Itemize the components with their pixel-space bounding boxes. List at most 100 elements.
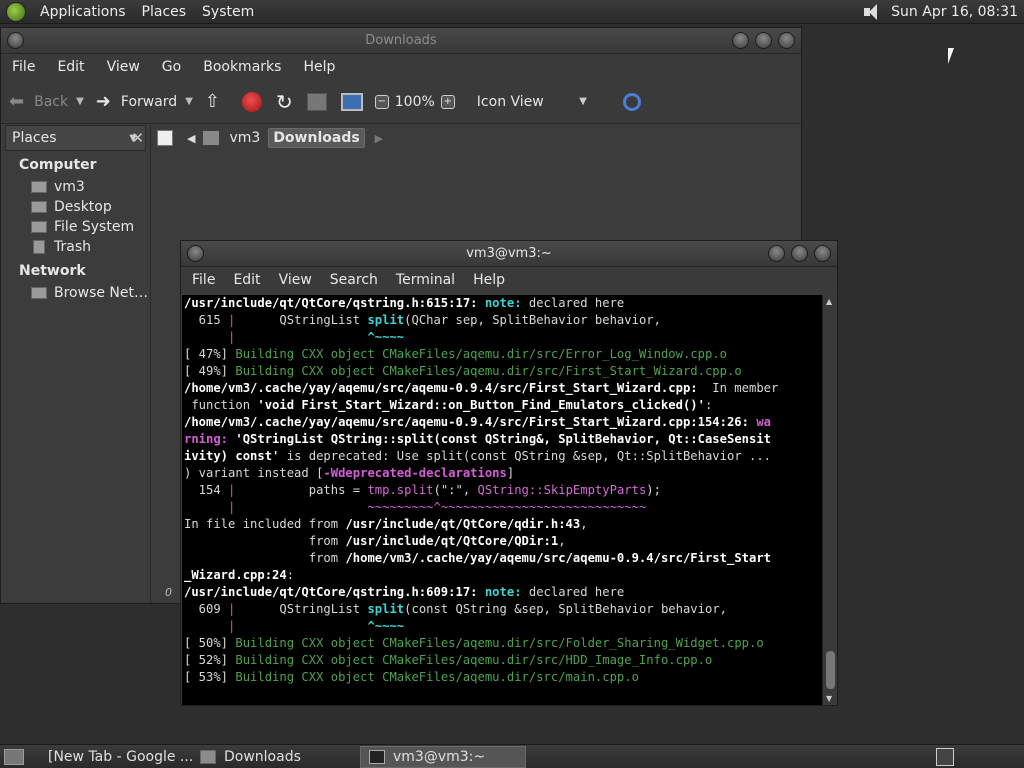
terminal-output[interactable]: /usr/include/qt/QtCore/qstring.h:615:17:…	[182, 295, 823, 705]
terminal-titlebar[interactable]: vm3@vm3:~	[181, 241, 837, 267]
sidebar-item-vm3[interactable]: vm3	[1, 177, 150, 197]
bottom-panel: [New Tab - Google ... Downloads vm3@vm3:…	[0, 744, 1024, 768]
window-title: vm3@vm3:~	[466, 246, 552, 261]
back-button[interactable]: ⬅ Back ▼	[9, 91, 84, 112]
taskbar-item-label: vm3@vm3:~	[393, 748, 486, 765]
minimize-button[interactable]	[768, 245, 785, 262]
workspace-switcher-icon[interactable]	[936, 747, 954, 766]
terminal-line: [ 52%] Building CXX object CMakeFiles/aq…	[184, 653, 713, 667]
forward-label: Forward	[120, 93, 178, 110]
close-button[interactable]	[814, 245, 831, 262]
sidebar-selector[interactable]: Places ▼	[5, 125, 146, 151]
sidebar-item-label: Browse Net…	[54, 285, 149, 301]
sidebar-item-browse-network[interactable]: Browse Net…	[1, 283, 150, 303]
breadcrumb-downloads[interactable]: Downloads	[268, 128, 365, 148]
places-menu[interactable]: Places	[134, 4, 195, 20]
terminal-scrollbar[interactable]: ▲ ▼	[822, 295, 837, 705]
taskbar-item-downloads[interactable]: Downloads	[192, 746, 360, 768]
desktop-folder-icon	[31, 201, 47, 213]
top-panel: Applications Places System Sun Apr 16, 0…	[0, 0, 1024, 24]
trash-icon	[33, 240, 45, 254]
sidebar-item-trash[interactable]: Trash	[1, 237, 150, 257]
clock[interactable]: Sun Apr 16, 08:31	[891, 4, 1024, 20]
network-icon	[31, 287, 47, 299]
sidebar-item-label: vm3	[54, 179, 85, 195]
system-menu[interactable]: System	[194, 4, 262, 20]
close-icon[interactable]: ✕	[131, 129, 144, 147]
up-button[interactable]: ⇧	[205, 91, 230, 112]
volume-icon[interactable]	[861, 2, 883, 22]
view-mode-select[interactable]: Icon View ▼	[477, 94, 587, 110]
zoom-level[interactable]: 100%	[395, 94, 435, 110]
sidebar-item-label: Desktop	[54, 199, 112, 215]
home-folder-icon	[31, 181, 47, 193]
home-folder-icon	[203, 131, 220, 145]
zoom-out-icon[interactable]: −	[374, 94, 389, 109]
back-arrow-icon: ⬅	[9, 91, 25, 112]
home-folder-icon[interactable]	[306, 92, 327, 111]
terminal-window: vm3@vm3:~ File Edit View Search Terminal…	[180, 240, 838, 706]
terminal-line: ) variant instead [-Wdeprecated-declarat…	[184, 466, 515, 480]
terminal-line: /usr/include/qt/QtCore/qstring.h:609:17:…	[184, 585, 625, 599]
terminal-line: [ 49%] Building CXX object CMakeFiles/aq…	[184, 364, 742, 378]
terminal-line: | ^~~~~	[228, 330, 405, 344]
zoom-in-icon[interactable]: +	[440, 94, 455, 109]
maximize-button[interactable]	[755, 32, 772, 49]
menu-help[interactable]: Help	[464, 272, 514, 288]
sidebar-item-file-system[interactable]: File System	[1, 217, 150, 237]
terminal-line: ivity) const' is deprecated: Use split(c…	[184, 449, 772, 463]
terminal-menubar: File Edit View Search Terminal Help	[181, 267, 837, 293]
close-button[interactable]	[778, 32, 795, 49]
minimize-button[interactable]	[732, 32, 749, 49]
breadcrumb-vm3[interactable]: vm3	[225, 129, 264, 147]
forward-button[interactable]: ➜ Forward ▼	[96, 91, 193, 112]
scroll-down-icon[interactable]: ▼	[826, 694, 832, 703]
scrollbar-thumb[interactable]	[826, 651, 835, 689]
menu-edit[interactable]: Edit	[46, 59, 95, 75]
menu-file[interactable]: File	[1, 59, 46, 75]
search-icon[interactable]	[622, 92, 641, 111]
menu-terminal[interactable]: Terminal	[387, 272, 464, 288]
back-history-dropdown-icon[interactable]: ▼	[76, 96, 84, 107]
distro-logo-icon[interactable]	[6, 1, 26, 22]
terminal-line: [ 47%] Building CXX object CMakeFiles/aq…	[184, 347, 727, 361]
menu-view[interactable]: View	[96, 59, 151, 75]
maximize-button[interactable]	[791, 245, 808, 262]
taskbar-item-label: Downloads	[224, 748, 301, 765]
terminal-line: [ 50%] Building CXX object CMakeFiles/aq…	[184, 636, 764, 650]
taskbar-item-terminal[interactable]: vm3@vm3:~	[360, 745, 526, 768]
terminal-line: | ~~~~~~~~~^~~~~~~~~~~~~~~~~~~~~~~~~~~~~	[228, 500, 647, 514]
forward-history-dropdown-icon[interactable]: ▼	[185, 96, 193, 107]
menu-search[interactable]: Search	[321, 272, 387, 288]
sidebar-item-label: File System	[54, 219, 135, 235]
forward-arrow-icon: ➜	[95, 91, 111, 112]
menu-file[interactable]: File	[183, 272, 224, 288]
back-label: Back	[34, 93, 69, 110]
drive-icon	[31, 221, 47, 233]
path-left-arrow-icon[interactable]: ◀	[187, 132, 195, 145]
terminal-line: | ^~~~~	[228, 619, 405, 633]
terminal-line: from /home/vm3/.cache/yay/aqemu/src/aqem…	[184, 551, 772, 565]
applications-menu[interactable]: Applications	[32, 4, 134, 20]
sidebar-item-label: Trash	[54, 239, 91, 255]
stop-icon[interactable]	[242, 91, 262, 112]
computer-icon[interactable]	[340, 92, 363, 111]
window-menu-icon[interactable]	[187, 245, 204, 262]
menu-view[interactable]: View	[270, 272, 321, 288]
menu-go[interactable]: Go	[151, 59, 192, 75]
file-manager-titlebar[interactable]: Downloads	[1, 28, 801, 54]
menu-edit[interactable]: Edit	[224, 272, 269, 288]
reload-icon[interactable]: ↻	[276, 90, 293, 114]
sidebar-section-network: Network	[19, 263, 86, 279]
scroll-up-icon[interactable]: ▲	[826, 297, 832, 306]
taskbar-item-chrome[interactable]: [New Tab - Google ...	[32, 746, 192, 768]
menu-bookmarks[interactable]: Bookmarks	[192, 59, 292, 75]
menu-help[interactable]: Help	[292, 59, 346, 75]
path-bar: ◀ vm3 Downloads ▶	[151, 125, 801, 151]
window-menu-icon[interactable]	[7, 32, 24, 49]
sidebar: Places ▼ ✕ Computer vm3 Desktop File Sys…	[1, 125, 151, 603]
sidebar-item-desktop[interactable]: Desktop	[1, 197, 150, 217]
edit-location-icon[interactable]	[157, 130, 173, 146]
show-desktop-icon[interactable]	[4, 748, 24, 765]
path-right-arrow-icon[interactable]: ▶	[375, 132, 383, 145]
